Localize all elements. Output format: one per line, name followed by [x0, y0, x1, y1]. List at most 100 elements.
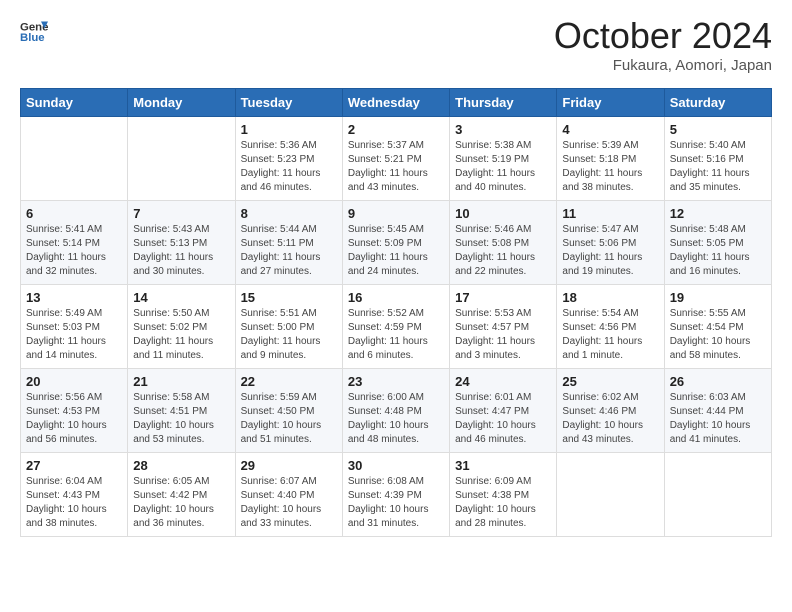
calendar-cell: 22 Sunrise: 5:59 AMSunset: 4:50 PMDayligh…	[235, 369, 342, 453]
calendar-cell: 2 Sunrise: 5:37 AMSunset: 5:21 PMDaylight…	[342, 117, 449, 201]
day-info: Sunrise: 5:53 AMSunset: 4:57 PMDaylight:…	[455, 307, 551, 363]
calendar-cell: 18 Sunrise: 5:54 AMSunset: 4:56 PMDayligh…	[557, 285, 664, 369]
calendar-week-row: 27Sunrise: 6:04 AMSunset: 4:43 PMDayligh…	[21, 453, 772, 537]
day-number: 17	[455, 290, 551, 305]
calendar-page: General Blue October 2024 Fukaura, Aomor…	[0, 0, 792, 612]
title-block: October 2024 Fukaura, Aomori, Japan	[554, 18, 772, 74]
logo-icon: General Blue	[20, 18, 48, 46]
calendar-cell	[664, 453, 771, 537]
day-number: 23	[348, 374, 444, 389]
day-number: 1	[241, 122, 337, 137]
calendar-cell: 9 Sunrise: 5:45 AMSunset: 5:09 PMDaylight…	[342, 201, 449, 285]
day-info: Sunrise: 5:40 AMSunset: 5:16 PMDaylight:…	[670, 139, 766, 195]
day-number: 29	[241, 458, 337, 473]
calendar-cell: 17 Sunrise: 5:53 AMSunset: 4:57 PMDayligh…	[450, 285, 557, 369]
calendar-cell: 11 Sunrise: 5:47 AMSunset: 5:06 PMDayligh…	[557, 201, 664, 285]
day-info: Sunrise: 5:41 AMSunset: 5:14 PMDaylight:…	[26, 223, 122, 279]
day-number: 6	[26, 206, 122, 221]
day-number: 4	[562, 122, 658, 137]
calendar-cell: 7 Sunrise: 5:43 AMSunset: 5:13 PMDaylight…	[128, 201, 235, 285]
calendar-cell: 3 Sunrise: 5:38 AMSunset: 5:19 PMDaylight…	[450, 117, 557, 201]
day-info: Sunrise: 5:45 AMSunset: 5:09 PMDaylight:…	[348, 223, 444, 279]
day-number: 13	[26, 290, 122, 305]
day-number: 8	[241, 206, 337, 221]
calendar-cell: 21 Sunrise: 5:58 AMSunset: 4:51 PMDayligh…	[128, 369, 235, 453]
calendar-week-row: 20 Sunrise: 5:56 AMSunset: 4:53 PMDayligh…	[21, 369, 772, 453]
calendar-cell: 19Sunrise: 5:55 AMSunset: 4:54 PMDayligh…	[664, 285, 771, 369]
weekday-header: Sunday	[21, 89, 128, 117]
calendar-cell: 25 Sunrise: 6:02 AMSunset: 4:46 PMDayligh…	[557, 369, 664, 453]
svg-text:Blue: Blue	[20, 32, 45, 44]
month-title: October 2024	[554, 18, 772, 54]
calendar-cell: 23 Sunrise: 6:00 AMSunset: 4:48 PMDayligh…	[342, 369, 449, 453]
day-info: Sunrise: 5:55 AMSunset: 4:54 PMDaylight:…	[670, 307, 766, 363]
calendar-cell: 14 Sunrise: 5:50 AMSunset: 5:02 PMDayligh…	[128, 285, 235, 369]
calendar-cell: 6 Sunrise: 5:41 AMSunset: 5:14 PMDaylight…	[21, 201, 128, 285]
day-number: 22	[241, 374, 337, 389]
header-row: SundayMondayTuesdayWednesdayThursdayFrid…	[21, 89, 772, 117]
day-info: Sunrise: 5:36 AMSunset: 5:23 PMDaylight:…	[241, 139, 337, 195]
day-info: Sunrise: 6:00 AMSunset: 4:48 PMDaylight:…	[348, 391, 444, 447]
day-info: Sunrise: 5:59 AMSunset: 4:50 PMDaylight:…	[241, 391, 337, 447]
day-info: Sunrise: 5:38 AMSunset: 5:19 PMDaylight:…	[455, 139, 551, 195]
calendar-cell: 10Sunrise: 5:46 AMSunset: 5:08 PMDayligh…	[450, 201, 557, 285]
logo: General Blue	[20, 18, 48, 46]
day-info: Sunrise: 6:02 AMSunset: 4:46 PMDaylight:…	[562, 391, 658, 447]
day-info: Sunrise: 6:05 AMSunset: 4:42 PMDaylight:…	[133, 475, 229, 531]
calendar-table: SundayMondayTuesdayWednesdayThursdayFrid…	[20, 88, 772, 537]
calendar-cell: 16Sunrise: 5:52 AMSunset: 4:59 PMDayligh…	[342, 285, 449, 369]
day-info: Sunrise: 5:46 AMSunset: 5:08 PMDaylight:…	[455, 223, 551, 279]
day-info: Sunrise: 5:44 AMSunset: 5:11 PMDaylight:…	[241, 223, 337, 279]
weekday-header: Saturday	[664, 89, 771, 117]
day-number: 14	[133, 290, 229, 305]
day-info: Sunrise: 5:58 AMSunset: 4:51 PMDaylight:…	[133, 391, 229, 447]
calendar-week-row: 13 Sunrise: 5:49 AMSunset: 5:03 PMDayligh…	[21, 285, 772, 369]
calendar-cell: 28 Sunrise: 6:05 AMSunset: 4:42 PMDayligh…	[128, 453, 235, 537]
calendar-cell: 13 Sunrise: 5:49 AMSunset: 5:03 PMDayligh…	[21, 285, 128, 369]
day-info: Sunrise: 5:51 AMSunset: 5:00 PMDaylight:…	[241, 307, 337, 363]
calendar-cell: 26 Sunrise: 6:03 AMSunset: 4:44 PMDayligh…	[664, 369, 771, 453]
calendar-cell: 8 Sunrise: 5:44 AMSunset: 5:11 PMDaylight…	[235, 201, 342, 285]
day-number: 28	[133, 458, 229, 473]
day-number: 5	[670, 122, 766, 137]
day-number: 20	[26, 374, 122, 389]
day-info: Sunrise: 6:07 AMSunset: 4:40 PMDaylight:…	[241, 475, 337, 531]
day-number: 24	[455, 374, 551, 389]
day-info: Sunrise: 5:48 AMSunset: 5:05 PMDaylight:…	[670, 223, 766, 279]
day-info: Sunrise: 5:43 AMSunset: 5:13 PMDaylight:…	[133, 223, 229, 279]
day-info: Sunrise: 6:03 AMSunset: 4:44 PMDaylight:…	[670, 391, 766, 447]
calendar-cell: 20 Sunrise: 5:56 AMSunset: 4:53 PMDayligh…	[21, 369, 128, 453]
day-info: Sunrise: 5:56 AMSunset: 4:53 PMDaylight:…	[26, 391, 122, 447]
day-number: 11	[562, 206, 658, 221]
day-info: Sunrise: 5:37 AMSunset: 5:21 PMDaylight:…	[348, 139, 444, 195]
day-info: Sunrise: 5:39 AMSunset: 5:18 PMDaylight:…	[562, 139, 658, 195]
day-number: 18	[562, 290, 658, 305]
day-number: 21	[133, 374, 229, 389]
day-number: 9	[348, 206, 444, 221]
calendar-cell: 1 Sunrise: 5:36 AMSunset: 5:23 PMDaylight…	[235, 117, 342, 201]
day-number: 7	[133, 206, 229, 221]
day-number: 2	[348, 122, 444, 137]
calendar-cell: 12 Sunrise: 5:48 AMSunset: 5:05 PMDayligh…	[664, 201, 771, 285]
weekday-header: Tuesday	[235, 89, 342, 117]
day-number: 12	[670, 206, 766, 221]
day-info: Sunrise: 5:52 AMSunset: 4:59 PMDaylight:…	[348, 307, 444, 363]
calendar-week-row: 1 Sunrise: 5:36 AMSunset: 5:23 PMDaylight…	[21, 117, 772, 201]
day-info: Sunrise: 5:54 AMSunset: 4:56 PMDaylight:…	[562, 307, 658, 363]
calendar-cell: 30 Sunrise: 6:08 AMSunset: 4:39 PMDayligh…	[342, 453, 449, 537]
day-number: 26	[670, 374, 766, 389]
day-number: 25	[562, 374, 658, 389]
weekday-header: Thursday	[450, 89, 557, 117]
day-info: Sunrise: 5:49 AMSunset: 5:03 PMDaylight:…	[26, 307, 122, 363]
day-number: 31	[455, 458, 551, 473]
day-info: Sunrise: 5:47 AMSunset: 5:06 PMDaylight:…	[562, 223, 658, 279]
weekday-header: Monday	[128, 89, 235, 117]
calendar-week-row: 6 Sunrise: 5:41 AMSunset: 5:14 PMDaylight…	[21, 201, 772, 285]
calendar-cell: 15Sunrise: 5:51 AMSunset: 5:00 PMDayligh…	[235, 285, 342, 369]
day-info: Sunrise: 6:08 AMSunset: 4:39 PMDaylight:…	[348, 475, 444, 531]
location: Fukaura, Aomori, Japan	[554, 57, 772, 74]
day-info: Sunrise: 5:50 AMSunset: 5:02 PMDaylight:…	[133, 307, 229, 363]
day-number: 3	[455, 122, 551, 137]
day-number: 30	[348, 458, 444, 473]
calendar-cell: 5 Sunrise: 5:40 AMSunset: 5:16 PMDaylight…	[664, 117, 771, 201]
